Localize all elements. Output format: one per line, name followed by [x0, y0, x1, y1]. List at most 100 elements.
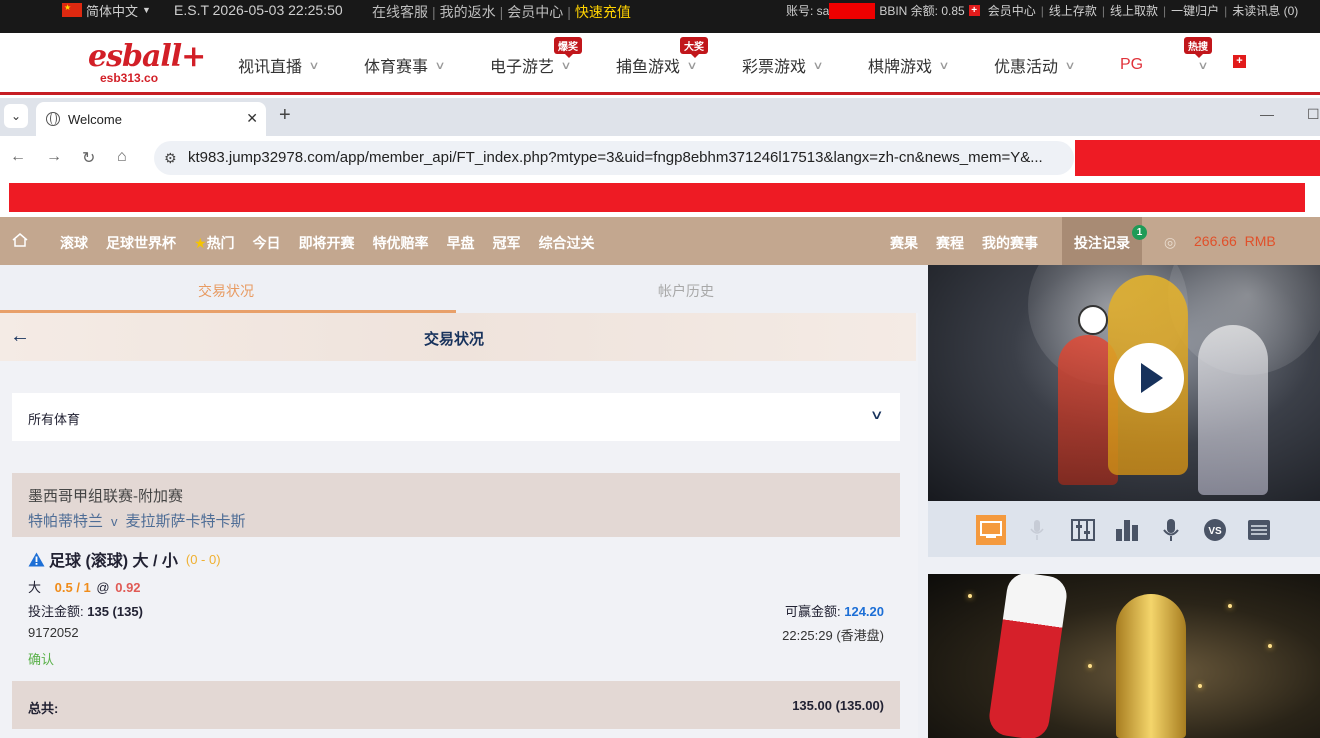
nav-sports[interactable]: 体育赛事 ∨: [364, 53, 490, 77]
house-icon[interactable]: [12, 233, 28, 247]
link-online-withdraw[interactable]: 线上取款: [1110, 2, 1158, 19]
nav-label: 彩票游戏: [742, 59, 807, 76]
bet-card-body: 足球 (滚球) 大 / 小 (0 - 0) 大 0.5 / 1 @ 0.92 投…: [12, 537, 900, 681]
menu-hot[interactable]: ★热门: [194, 233, 235, 253]
chevron-down-icon: ∨: [560, 59, 572, 72]
menu-boosted-odds[interactable]: 特优赔率: [373, 233, 429, 253]
link-member-center[interactable]: 会员中心: [507, 4, 563, 20]
bet-type-label: 足球 (滚球) 大 / 小: [49, 553, 178, 570]
plus-icon[interactable]: +: [1233, 55, 1246, 68]
back-arrow-icon[interactable]: ←: [10, 325, 30, 348]
chevron-down-icon: ∨: [812, 59, 824, 72]
menu-worldcup[interactable]: 足球世界杯: [106, 233, 176, 253]
firework-spark: [1198, 684, 1202, 688]
bet-status-panel: 交易状况 帐户历史 ← 交易状况 所有体育 ∨ 墨西哥甲组联赛-附加赛 特帕蒂特…: [0, 265, 918, 738]
eye-slash-icon[interactable]: ◎: [1164, 234, 1176, 251]
back-icon[interactable]: ←: [10, 148, 26, 166]
menu-left: 滚球 足球世界杯 ★热门 今日 即将开赛 特优赔率 早盘 冠军 综合过关: [60, 233, 595, 253]
menu-schedule[interactable]: 赛程: [936, 233, 964, 253]
menu-inplay[interactable]: 滚球: [60, 233, 88, 253]
chevron-down-icon: ∨: [686, 59, 698, 72]
nav-items: 视讯直播 ∨ 体育赛事 ∨ 爆奖 电子游艺 ∨ 大奖 捕鱼游戏 ∨ 彩票游戏 ∨ 棋牌游戏 ∨ …: [238, 37, 1246, 77]
tab-search-icon[interactable]: ⌄: [4, 104, 28, 128]
selection-label: 大: [28, 580, 42, 595]
link-quick-deposit[interactable]: 快速充值: [575, 4, 631, 20]
play-icon[interactable]: [1114, 343, 1184, 413]
commentary-icon[interactable]: [1156, 515, 1186, 545]
stats-icon[interactable]: [1068, 515, 1098, 545]
firework-spark: [968, 594, 972, 598]
league-name: 墨西哥甲组联赛-附加赛: [28, 488, 183, 505]
account-area: 账号: sa BBIN 余额: 0.85 + 会员中心 | 线上存款 | 线上取款 |…: [786, 2, 1299, 19]
tab-account-history[interactable]: 帐户历史: [658, 281, 714, 301]
redacted-block: [9, 183, 1305, 212]
menu-today[interactable]: 今日: [253, 233, 281, 253]
nav-pg[interactable]: 热搜 PG ∨: [1120, 37, 1246, 77]
menu-bet-record[interactable]: 投注记录 1: [1062, 217, 1147, 265]
maximize-icon[interactable]: ☐: [1307, 106, 1320, 123]
menu-my-events[interactable]: 我的赛事: [982, 233, 1038, 253]
nav-live-casino[interactable]: 视讯直播 ∨: [238, 53, 364, 77]
link-my-rebate[interactable]: 我的返水: [440, 4, 496, 20]
nav-label: 体育赛事: [364, 59, 429, 76]
globe-icon: [46, 112, 60, 126]
menu-parlay[interactable]: 综合过关: [539, 233, 595, 253]
nav-slots[interactable]: 爆奖 电子游艺 ∨: [490, 37, 616, 77]
forward-icon[interactable]: →: [46, 148, 62, 166]
match-teams: 特帕蒂特兰 v 麦拉斯萨卡特卡斯: [28, 510, 246, 531]
link-member-center-2[interactable]: 会员中心: [988, 2, 1036, 19]
menu-right: 赛果 赛程 我的赛事: [890, 233, 1038, 253]
sports-menu: 滚球 足球世界杯 ★热门 今日 即将开赛 特优赔率 早盘 冠军 综合过关 赛果 …: [0, 217, 1320, 265]
language-label: 简体中文: [86, 3, 139, 19]
site-info-icon[interactable]: ⚙: [164, 150, 177, 167]
svg-text:VS: VS: [1208, 526, 1222, 537]
nav-label: 棋牌游戏: [868, 59, 933, 76]
new-tab-icon[interactable]: +: [279, 104, 291, 127]
firework-spark: [1228, 604, 1232, 608]
logo-text: esball+: [88, 39, 206, 74]
bar-chart-icon[interactable]: [1112, 515, 1142, 545]
home-icon[interactable]: ⌂: [117, 148, 127, 166]
reload-icon[interactable]: ↻: [82, 148, 95, 168]
menu-early[interactable]: 早盘: [447, 233, 475, 253]
link-one-click-transfer[interactable]: 一键归户: [1171, 2, 1219, 19]
tv-icon[interactable]: [976, 515, 1006, 545]
scoreboard-icon[interactable]: [1244, 515, 1274, 545]
browser-tab[interactable]: Welcome ✕: [36, 102, 266, 136]
tab-title: Welcome: [68, 112, 122, 127]
nav-lottery[interactable]: 彩票游戏 ∨: [742, 53, 868, 77]
link-unread-messages[interactable]: 未读讯息 (0): [1232, 2, 1298, 19]
minimize-icon[interactable]: —: [1260, 106, 1274, 122]
bet-type: 足球 (滚球) 大 / 小 (0 - 0): [28, 547, 221, 571]
soccer-ball-icon: [1078, 305, 1108, 335]
close-icon[interactable]: ✕: [246, 110, 258, 127]
menu-upcoming[interactable]: 即将开赛: [299, 233, 355, 253]
logo-domain: esb313.co: [100, 71, 159, 85]
link-online-deposit[interactable]: 线上存款: [1049, 2, 1097, 19]
odds-value: 0.92: [115, 580, 141, 595]
total-label: 总共:: [28, 701, 59, 716]
menu-results[interactable]: 赛果: [890, 233, 918, 253]
main-nav: esball+ esb313.co 视讯直播 ∨ 体育赛事 ∨ 爆奖 电子游艺 ∨ 大奖…: [0, 33, 1320, 95]
tab-transaction-status[interactable]: 交易状况: [198, 281, 254, 301]
url-bar[interactable]: ⚙ kt983.jump32978.com/app/member_api/FT_…: [154, 141, 1074, 175]
player-figure: [1198, 325, 1268, 495]
language-selector[interactable]: 简体中文 ▼: [62, 0, 151, 20]
ticket-id: 9172052: [28, 625, 79, 640]
nav-fishing[interactable]: 大奖 捕鱼游戏 ∨: [616, 37, 742, 77]
bbin-balance: BBIN 余额: 0.85: [879, 4, 965, 18]
bet-count-badge: 1: [1132, 225, 1147, 240]
link-online-service[interactable]: 在线客服: [372, 4, 428, 20]
site-logo[interactable]: esball+ esb313.co: [88, 39, 206, 89]
sport-filter-select[interactable]: 所有体育 ∨: [12, 393, 900, 441]
live-video-player[interactable]: [928, 265, 1320, 501]
worldcup-promo-banner[interactable]: [928, 574, 1320, 738]
nav-promotions[interactable]: 优惠活动 ∨: [994, 53, 1120, 77]
nav-label: 电子游艺: [490, 59, 555, 76]
nav-cards[interactable]: 棋牌游戏 ∨: [868, 53, 994, 77]
mic-icon[interactable]: [1022, 515, 1052, 545]
menu-outright[interactable]: 冠军: [493, 233, 521, 253]
vs-icon[interactable]: VS: [1200, 515, 1230, 545]
refresh-plus-icon[interactable]: +: [968, 5, 980, 16]
subtabs: 交易状况 帐户历史: [0, 265, 918, 313]
